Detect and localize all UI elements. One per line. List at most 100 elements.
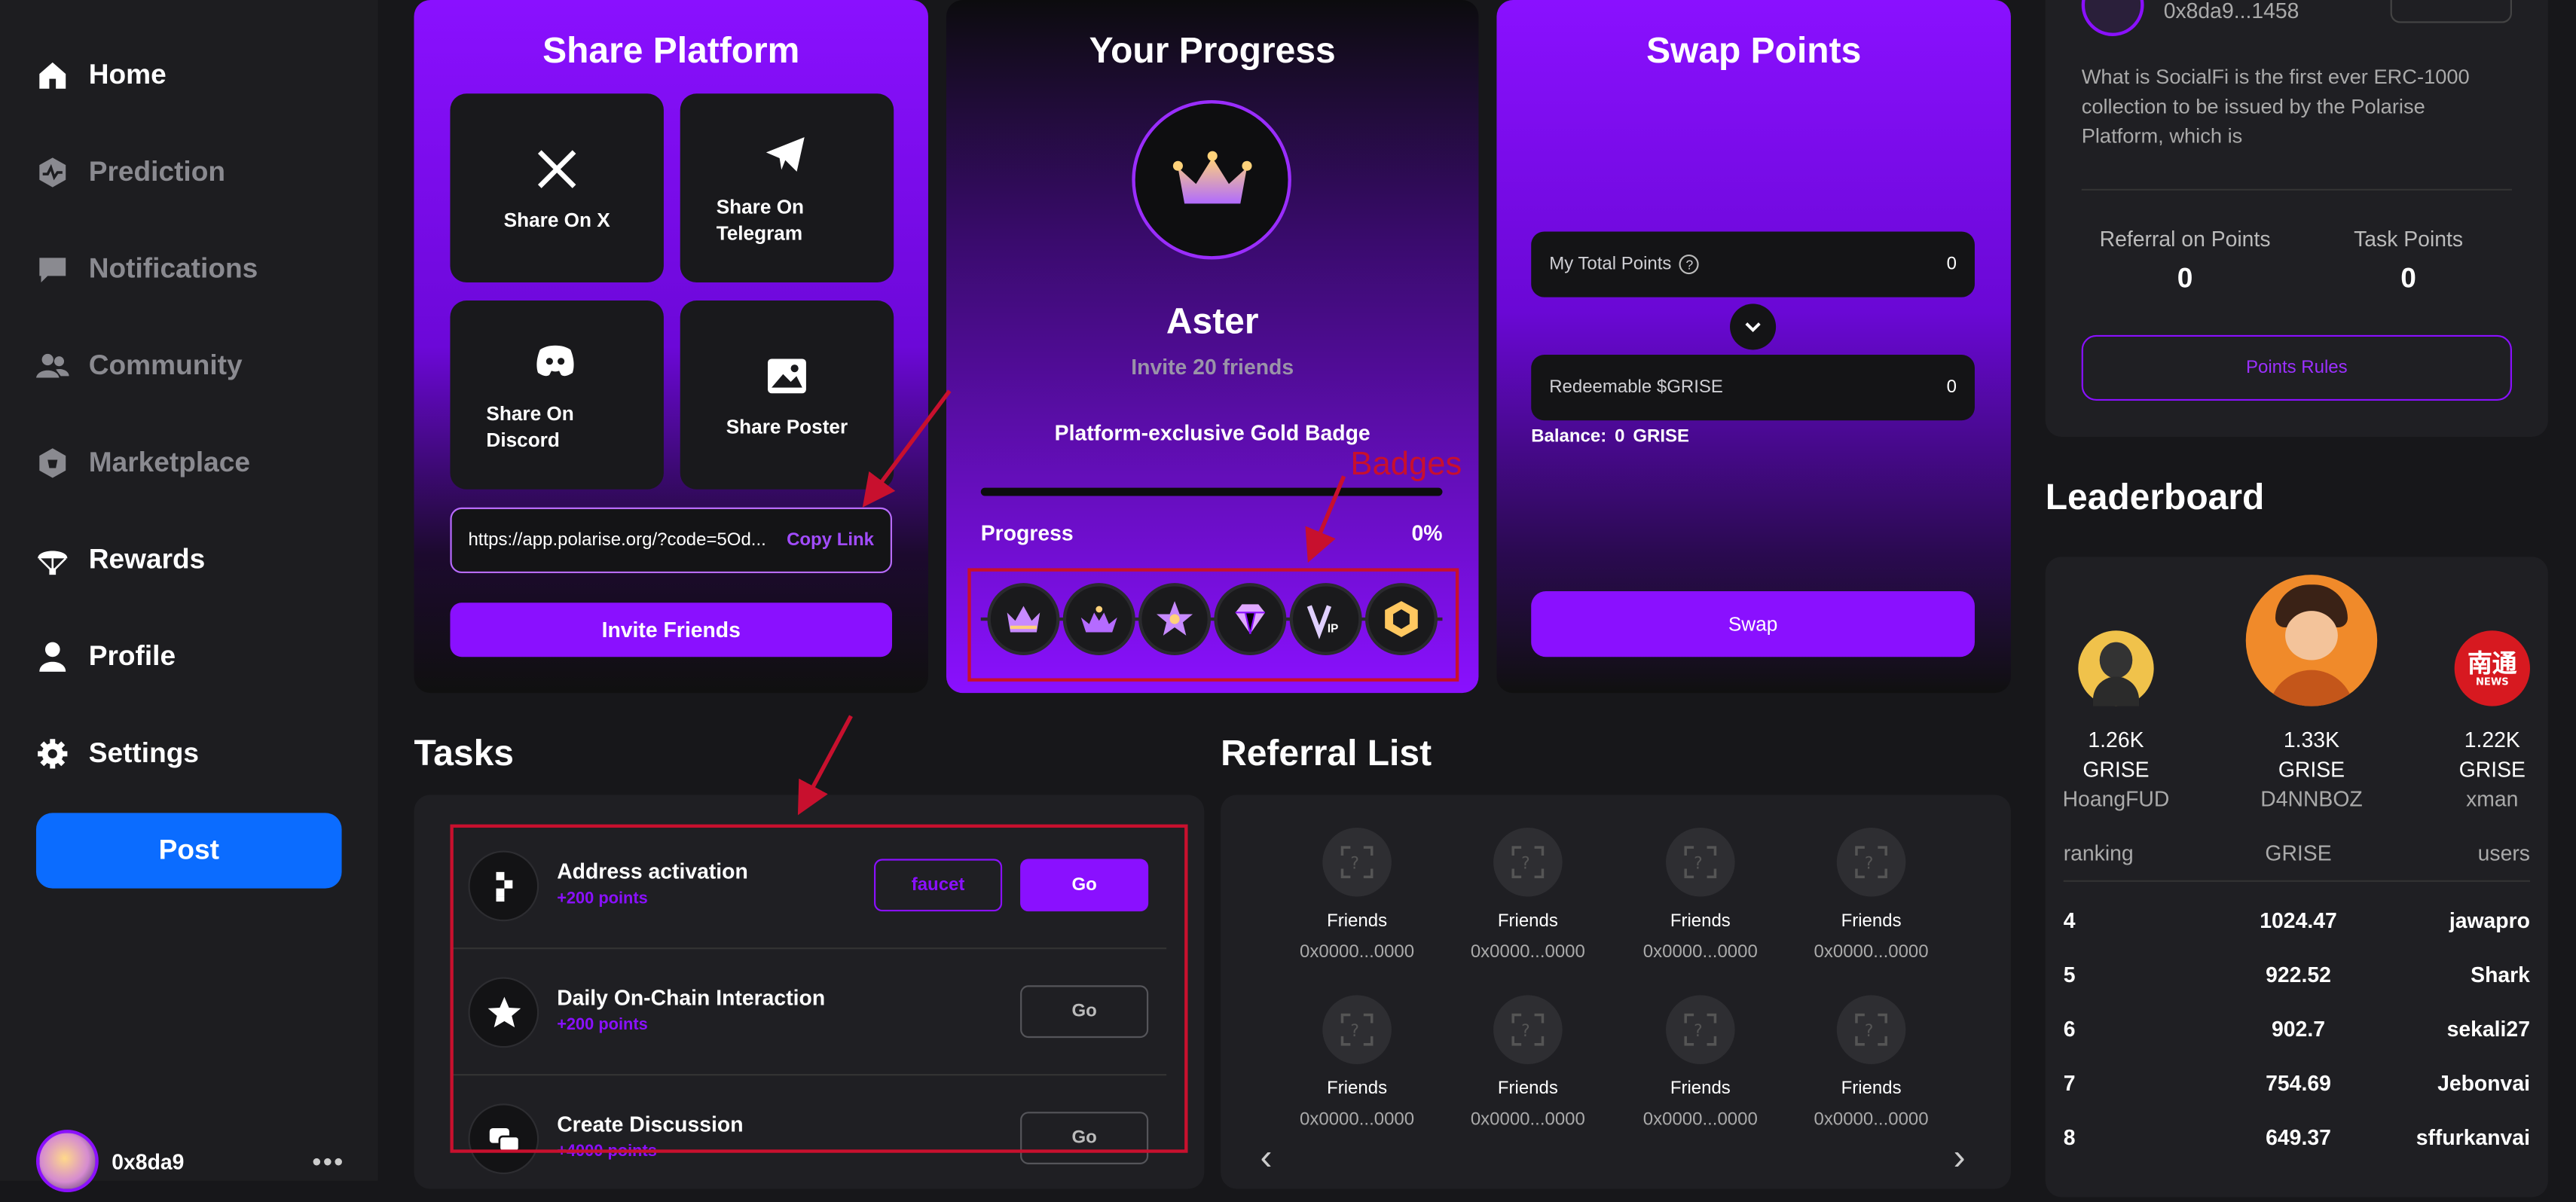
sidebar-item-marketplace[interactable]: Marketplace [36, 447, 250, 480]
balance-value: 0 [1615, 426, 1625, 447]
sidebar-item-community[interactable]: Community [35, 349, 243, 383]
badge-star[interactable] [1138, 583, 1212, 656]
sidebar: Home Prediction Notifications Community … [0, 0, 378, 1193]
svg-text:?: ? [1350, 1022, 1359, 1041]
invite-friends-button[interactable]: Invite Friends [450, 603, 893, 657]
swap-direction-button[interactable] [1730, 304, 1777, 350]
sidebar-item-label: Profile [88, 640, 176, 672]
rank: 7 [2063, 1070, 2076, 1096]
friend-placeholder-icon: ? [1666, 995, 1735, 1064]
tile-label: Share On Discord [486, 401, 574, 451]
person-icon [39, 642, 66, 672]
share-poster-button[interactable]: Share Poster [680, 300, 894, 490]
telegram-icon [765, 136, 805, 171]
badge-crown[interactable] [987, 583, 1060, 656]
more-options-icon[interactable]: ••• [312, 1149, 344, 1179]
home-icon [39, 62, 66, 89]
sidebar-item-label: Prediction [88, 156, 226, 188]
profile-description: What is SocialFi is the first ever ERC-1… [2081, 66, 2470, 148]
leaderboard-row[interactable]: 8 649.37 sffurkanvai [2064, 1125, 2530, 1150]
referral-list-title: Referral List [1221, 732, 1432, 774]
sidebar-item-notifications[interactable]: Notifications [36, 253, 258, 286]
total-points-field: My Total Points ? 0 [1531, 231, 1975, 297]
rank: 5 [2063, 962, 2076, 987]
leaderboard-title: Leaderboard [2045, 476, 2265, 517]
grise-value: 1024.47 [2260, 908, 2337, 933]
friend-item: ? Friends 0x0000...0000 [1797, 827, 1945, 963]
task-name: Create Discussion [557, 1112, 744, 1136]
sidebar-item-label: Notifications [88, 252, 258, 285]
progress-title: Your Progress [1089, 29, 1336, 71]
points-rules-button[interactable]: Points Rules [2081, 334, 2512, 401]
current-user[interactable]: 0x8da9 [35, 1130, 184, 1193]
progress-bar [980, 487, 1443, 496]
users-icon [35, 353, 69, 378]
tasks-panel: Address activation +200 points faucet Go… [414, 795, 1205, 1189]
post-button[interactable]: Post [35, 813, 342, 889]
next-page-button[interactable]: › [1954, 1136, 1966, 1179]
go-button[interactable]: Go [1020, 859, 1149, 912]
friend-item: ? Friends 0x0000...0000 [1283, 995, 1431, 1130]
tiara-badge-icon [1080, 606, 1117, 633]
prev-page-button[interactable]: ‹ [1260, 1136, 1272, 1179]
friend-placeholder-icon: ? [1836, 827, 1906, 897]
level-name: Aster [1166, 300, 1259, 342]
go-button[interactable]: Go [1020, 985, 1149, 1039]
friend-placeholder-icon: ? [1322, 827, 1392, 897]
tile-label: Share Poster [726, 414, 848, 438]
rank: 6 [2063, 1016, 2076, 1042]
copy-link-button[interactable]: Copy Link [787, 530, 874, 550]
share-platform-title: Share Platform [542, 29, 800, 71]
friend-address: 0x0000...0000 [1470, 1110, 1585, 1130]
badge-hexagon[interactable] [1364, 583, 1438, 656]
share-on-x-button[interactable]: Share On X [450, 93, 664, 283]
grise-value: 922.52 [2266, 962, 2331, 987]
friend-address: 0x0000...0000 [1300, 1110, 1415, 1130]
leaderboard-row[interactable]: 7 754.69 Jebonvai [2064, 1071, 2530, 1096]
invite-requirement: Invite 20 friends [1131, 354, 1294, 380]
leaderboard-row[interactable]: 6 902.7 sekali27 [2064, 1017, 2530, 1042]
parachute-icon [38, 551, 68, 575]
friend-name: Friends [1327, 911, 1388, 932]
badge-diamond[interactable] [1214, 583, 1287, 656]
prediction-icon [39, 157, 66, 188]
badge-vip[interactable]: IP [1289, 583, 1362, 656]
referral-link-field[interactable]: https://app.polarise.org/?code=5Od... Co… [450, 507, 893, 573]
total-points-label: My Total Points [1549, 254, 1672, 275]
discussion-icon [488, 1127, 520, 1152]
friend-placeholder-icon: ? [1493, 827, 1563, 897]
hexagon-badge-icon [1385, 601, 1418, 638]
svg-text:IP: IP [1328, 622, 1338, 635]
share-on-telegram-button[interactable]: Share On Telegram [680, 93, 894, 283]
grise-value: 754.69 [2266, 1070, 2331, 1096]
redeemable-field[interactable]: Redeemable $GRISE 0 [1531, 354, 1975, 421]
leaderboard-row[interactable]: 4 1024.47 jawapro [2064, 908, 2530, 933]
sidebar-item-prediction[interactable]: Prediction [36, 156, 225, 189]
users-header: users [2477, 840, 2530, 866]
user-name: sekali27 [2446, 1016, 2530, 1042]
chevron-down-icon [1745, 322, 1761, 333]
crown-badge-icon [1007, 606, 1040, 633]
referral-points-label: Referral on Points [2099, 226, 2271, 252]
go-button[interactable]: Go [1020, 1112, 1149, 1164]
divider [2081, 188, 2512, 191]
badge-tiara[interactable] [1062, 583, 1135, 656]
sidebar-item-label: Marketplace [88, 447, 251, 478]
leaderboard-panel: 1.26K GRISE HoangFUD 1.33K GRISE D4NNBOZ… [2045, 557, 2548, 1197]
svg-text:?: ? [1694, 1022, 1703, 1041]
faucet-button[interactable]: faucet [874, 859, 1003, 912]
referral-list-panel: ? Friends 0x0000...0000? Friends 0x0000...00… [1221, 795, 2011, 1189]
share-on-discord-button[interactable]: Share On Discord [450, 300, 664, 490]
pixel-logo-icon [495, 871, 512, 902]
top-name: xman [2466, 786, 2519, 812]
sidebar-item-home[interactable]: Home [36, 59, 167, 92]
balance-row: Balance: 0 GRISE [1531, 427, 1689, 447]
sidebar-item-profile[interactable]: Profile [36, 640, 176, 673]
leaderboard-row[interactable]: 5 922.52 Shark [2064, 963, 2530, 987]
edit-profile-button[interactable] [2390, 0, 2512, 23]
image-icon [768, 358, 806, 393]
sidebar-item-rewards[interactable]: Rewards [36, 544, 205, 577]
swap-button[interactable]: Swap [1531, 590, 1975, 657]
help-icon[interactable]: ? [1679, 254, 1700, 275]
sidebar-item-settings[interactable]: Settings [36, 737, 199, 770]
